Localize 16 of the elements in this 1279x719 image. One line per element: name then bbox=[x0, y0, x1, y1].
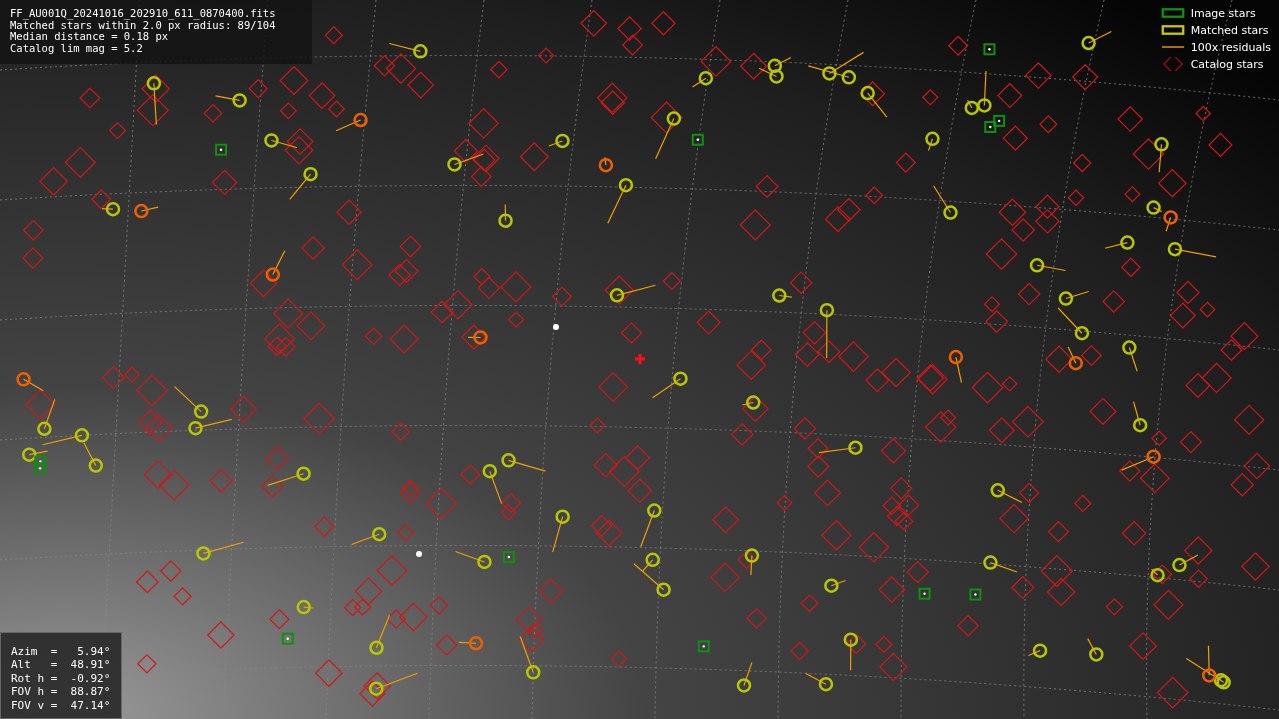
pointing-text: FOV h = 88.87° bbox=[11, 685, 112, 699]
pointing-text: FOV v = 47.14° bbox=[11, 698, 112, 712]
rectangle-icon bbox=[1159, 6, 1186, 20]
rectangle-icon bbox=[1159, 23, 1186, 37]
pointing-text: Azim = 5.94° bbox=[11, 644, 112, 658]
pointing-text: Rot h = -0.92° bbox=[11, 671, 112, 685]
pointing-text: Alt = 48.91° bbox=[11, 658, 112, 672]
center-cross-icon bbox=[633, 352, 647, 366]
legend-label: 100x residuals bbox=[1190, 40, 1271, 54]
legend-label: Image stars bbox=[1190, 6, 1256, 20]
info-text: Median distance = 0.18 px bbox=[10, 31, 169, 43]
legend-label: Matched stars bbox=[1190, 23, 1269, 37]
info-text: FF_AU001Q_20241016_202910_611_0870400.fits bbox=[10, 8, 277, 20]
legend-label: Catalog stars bbox=[1190, 57, 1264, 71]
info-text: Catalog lim mag = 5.2 bbox=[10, 42, 144, 54]
info-text: Matched stars within 2.0 px radius: 89/104 bbox=[10, 19, 277, 31]
